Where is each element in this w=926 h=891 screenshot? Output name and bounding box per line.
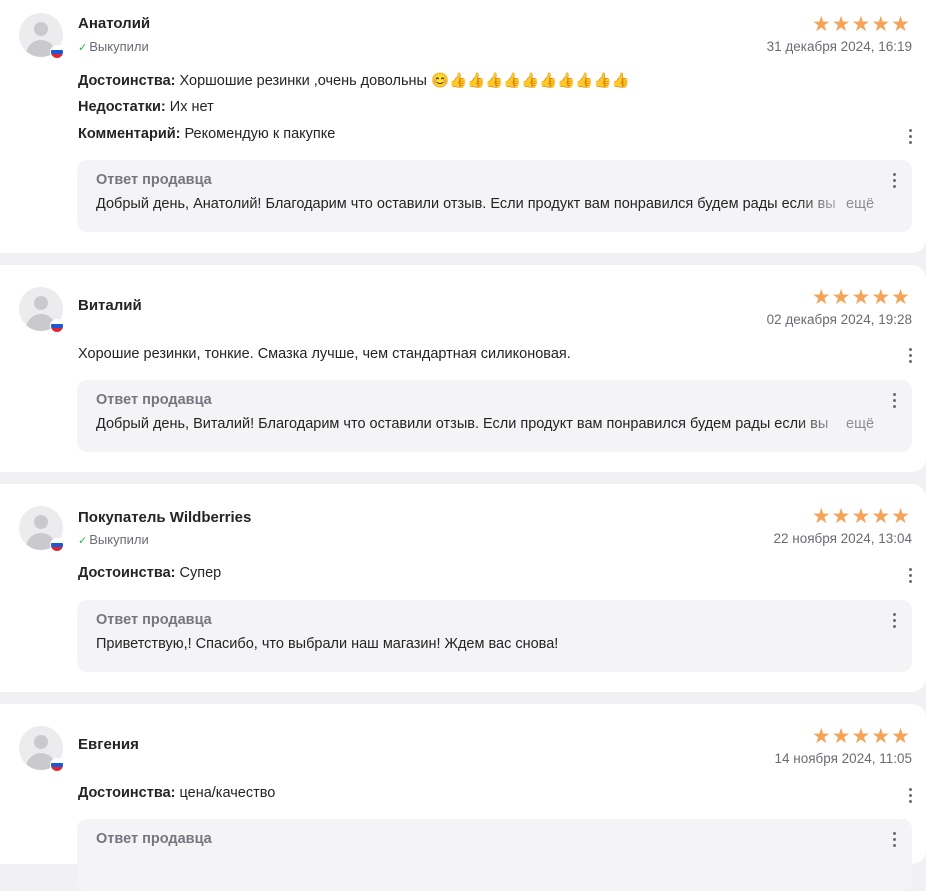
review-text: Хорошие резинки, тонкие. Смазка лучше, ч…	[78, 346, 571, 362]
reviewer-name[interactable]: Виталий	[78, 297, 142, 314]
review-card: Евгения ★★★★★ 14 ноября 2024, 11:05 Дост…	[0, 704, 926, 891]
reviewer-name[interactable]: Анатолий	[78, 15, 150, 32]
review-date: 22 ноября 2024, 13:04	[773, 531, 912, 546]
more-vertical-icon[interactable]	[907, 348, 913, 368]
comment-label: Комментарий:	[78, 126, 181, 142]
review-card: Виталий ★★★★★ 02 декабря 2024, 19:28 Хор…	[0, 265, 926, 472]
comment-text: Рекомендую к пакупке	[184, 126, 336, 142]
review-card: Покупатель Wildberries ✓ Выкупили ★★★★★ 2…	[0, 484, 926, 692]
more-vertical-icon[interactable]	[907, 788, 913, 808]
rating-stars: ★★★★★	[811, 286, 911, 309]
cons-text: Их нет	[169, 99, 214, 115]
more-vertical-icon[interactable]	[891, 613, 897, 633]
purchase-status-label: Выкупили	[89, 39, 149, 54]
seller-reply-title: Ответ продавца	[96, 172, 212, 188]
seller-reply-title: Ответ продавца	[96, 392, 212, 408]
pros-label: Достоинства:	[78, 73, 176, 89]
seller-reply-title: Ответ продавца	[96, 831, 212, 847]
show-more-link[interactable]: ещё	[846, 196, 874, 212]
review-date: 02 декабря 2024, 19:28	[766, 312, 912, 327]
seller-reply-text: Добрый день, Анатолий! Благодарим что ос…	[96, 196, 836, 212]
rating-stars: ★★★★★	[811, 725, 911, 748]
more-vertical-icon[interactable]	[891, 393, 897, 413]
pros-row: Достоинства: Супер	[78, 565, 221, 581]
seller-reply: Ответ продавца Добрый день, Анатолий! Бл…	[77, 160, 912, 232]
russia-flag-icon	[50, 538, 64, 552]
pros-row: Достоинства: цена/качество	[78, 785, 275, 801]
russia-flag-icon	[50, 758, 64, 772]
pros-label: Достоинства:	[78, 785, 176, 801]
purchase-status: ✓ Выкупили	[78, 532, 149, 547]
seller-reply: Ответ продавца Приветствую,! Спасибо, чт…	[77, 600, 912, 672]
cons-label: Недостатки:	[78, 99, 166, 115]
purchase-status-label: Выкупили	[89, 532, 149, 547]
review-date: 14 ноября 2024, 11:05	[774, 751, 912, 766]
review-date: 31 декабря 2024, 16:19	[766, 39, 912, 54]
seller-reply: Ответ продавца Добрый день, Виталий! Бла…	[77, 380, 912, 452]
check-icon: ✓	[78, 535, 88, 547]
rating-stars: ★★★★★	[811, 505, 911, 528]
cons-row: Недостатки: Их нет	[78, 99, 214, 115]
purchase-status: ✓ Выкупили	[78, 39, 149, 54]
review-card: Анатолий ✓ Выкупили ★★★★★ 31 декабря 2024…	[0, 0, 926, 253]
pros-text: цена/качество	[179, 785, 276, 801]
pros-text: Хоршошие резинки ,очень довольны 😊👍👍👍👍👍👍…	[179, 73, 630, 89]
pros-label: Достоинства:	[78, 565, 176, 581]
russia-flag-icon	[50, 319, 64, 333]
russia-flag-icon	[50, 45, 64, 59]
more-vertical-icon[interactable]	[907, 129, 913, 149]
reviewer-name[interactable]: Евгения	[78, 736, 139, 753]
seller-reply: Ответ продавца	[77, 819, 912, 891]
seller-reply-title: Ответ продавца	[96, 612, 212, 628]
show-more-link[interactable]: ещё	[846, 416, 874, 432]
pros-text: Супер	[179, 565, 222, 581]
check-icon: ✓	[78, 42, 88, 54]
rating-stars: ★★★★★	[811, 13, 911, 36]
reviewer-name[interactable]: Покупатель Wildberries	[78, 509, 251, 526]
seller-reply-text: Добрый день, Виталий! Благодарим что ост…	[96, 416, 829, 432]
more-vertical-icon[interactable]	[891, 173, 897, 193]
more-vertical-icon[interactable]	[891, 832, 897, 852]
seller-reply-text: Приветствую,! Спасибо, что выбрали наш м…	[96, 636, 559, 652]
comment-row: Комментарий: Рекомендую к пакупке	[78, 126, 335, 142]
pros-row: Достоинства: Хоршошие резинки ,очень дов…	[78, 72, 630, 89]
more-vertical-icon[interactable]	[907, 568, 913, 588]
